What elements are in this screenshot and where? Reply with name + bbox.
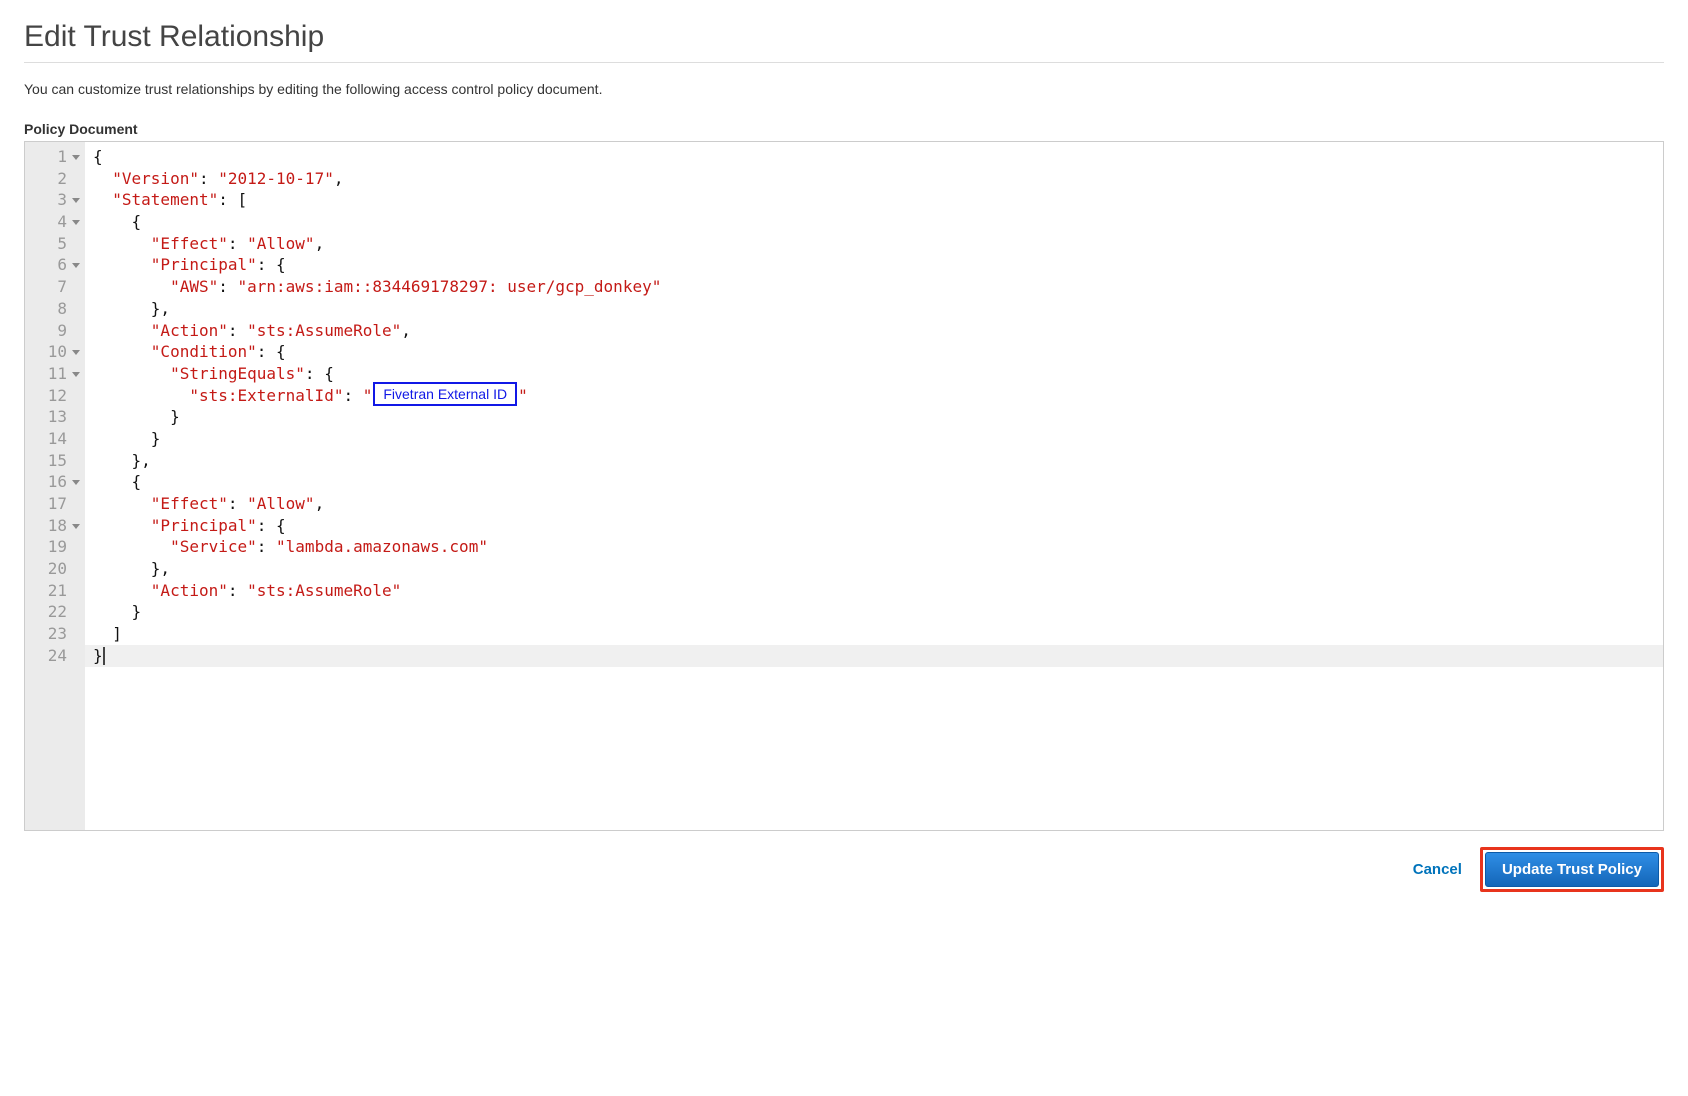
gutter-line: 3	[25, 189, 85, 211]
code-line[interactable]: "Condition": {	[93, 341, 1655, 363]
code-line[interactable]: "sts:ExternalId": "Fivetran External ID"	[93, 385, 1655, 407]
gutter-line: 14	[25, 428, 85, 450]
policy-document-label: Policy Document	[24, 121, 1664, 137]
gutter-line: 6	[25, 254, 85, 276]
cancel-button[interactable]: Cancel	[1407, 853, 1468, 886]
gutter-line: 5	[25, 233, 85, 255]
code-line[interactable]: {	[93, 146, 1655, 168]
code-line[interactable]: "AWS": "arn:aws:iam::834469178297: user/…	[93, 276, 1655, 298]
code-line[interactable]: "Principal": {	[93, 254, 1655, 276]
gutter-line: 8	[25, 298, 85, 320]
code-line[interactable]: },	[93, 298, 1655, 320]
code-line[interactable]: ]	[93, 623, 1655, 645]
policy-editor[interactable]: 123456789101112131415161718192021222324 …	[24, 141, 1664, 831]
intro-text: You can customize trust relationships by…	[24, 81, 1664, 97]
code-line[interactable]: "Effect": "Allow",	[93, 493, 1655, 515]
code-line[interactable]: "Action": "sts:AssumeRole"	[93, 580, 1655, 602]
gutter-line: 11	[25, 363, 85, 385]
code-line[interactable]: "Statement": [	[93, 189, 1655, 211]
code-line[interactable]: "Version": "2012-10-17",	[93, 168, 1655, 190]
gutter-line: 15	[25, 450, 85, 472]
gutter-line: 22	[25, 601, 85, 623]
gutter-line: 18	[25, 515, 85, 537]
gutter-line: 24	[25, 645, 85, 667]
editor-gutter: 123456789101112131415161718192021222324	[25, 142, 85, 830]
external-id-callout: Fivetran External ID	[373, 382, 517, 406]
gutter-line: 10	[25, 341, 85, 363]
gutter-line: 12	[25, 385, 85, 407]
code-line[interactable]: "Service": "lambda.amazonaws.com"	[93, 536, 1655, 558]
code-line[interactable]: "Principal": {	[93, 515, 1655, 537]
gutter-line: 13	[25, 406, 85, 428]
update-trust-policy-button[interactable]: Update Trust Policy	[1485, 852, 1659, 887]
code-line[interactable]: },	[93, 558, 1655, 580]
gutter-line: 9	[25, 320, 85, 342]
gutter-line: 4	[25, 211, 85, 233]
gutter-line: 7	[25, 276, 85, 298]
gutter-line: 23	[25, 623, 85, 645]
gutter-line: 20	[25, 558, 85, 580]
code-line[interactable]: "Effect": "Allow",	[93, 233, 1655, 255]
gutter-line: 1	[25, 146, 85, 168]
code-line[interactable]: {	[93, 211, 1655, 233]
gutter-line: 16	[25, 471, 85, 493]
code-line[interactable]: },	[93, 450, 1655, 472]
text-cursor	[103, 647, 105, 665]
update-button-highlight: Update Trust Policy	[1480, 847, 1664, 892]
code-line[interactable]: "StringEquals": {	[93, 363, 1655, 385]
code-line[interactable]: {	[93, 471, 1655, 493]
code-line[interactable]: }	[93, 601, 1655, 623]
code-line[interactable]: }	[93, 406, 1655, 428]
code-line[interactable]: "Action": "sts:AssumeRole",	[93, 320, 1655, 342]
code-line[interactable]: }	[93, 428, 1655, 450]
gutter-line: 19	[25, 536, 85, 558]
gutter-line: 17	[25, 493, 85, 515]
gutter-line: 2	[25, 168, 85, 190]
gutter-line: 21	[25, 580, 85, 602]
footer-actions: Cancel Update Trust Policy	[24, 847, 1664, 892]
editor-code-area[interactable]: { "Version": "2012-10-17", "Statement": …	[85, 142, 1663, 830]
page-title: Edit Trust Relationship	[24, 20, 1664, 63]
code-line[interactable]: }	[93, 645, 1655, 667]
